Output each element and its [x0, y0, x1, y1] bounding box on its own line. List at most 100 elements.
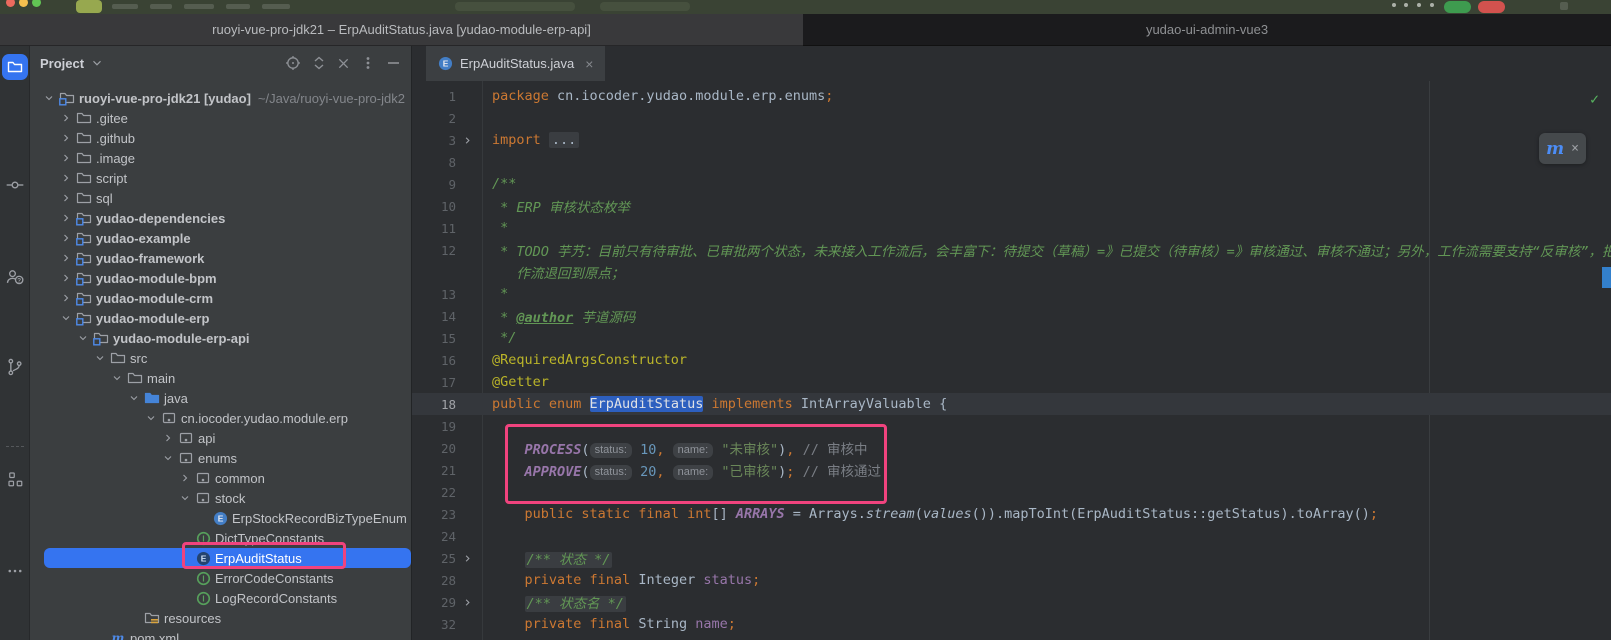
tree-item-main[interactable]: main: [30, 368, 411, 388]
chevron-open-icon[interactable]: [74, 332, 91, 344]
menu-item[interactable]: [150, 4, 172, 9]
chevron-closed-icon[interactable]: [57, 252, 74, 264]
code-line-2[interactable]: 2: [412, 107, 1611, 129]
chevron-closed-icon[interactable]: [159, 432, 176, 444]
floating-widget[interactable]: m ×: [1539, 133, 1586, 164]
traffic-light-close-icon[interactable]: [6, 0, 15, 7]
code-line-24[interactable]: 24: [412, 525, 1611, 547]
chevron-open-icon[interactable]: [176, 492, 193, 504]
git-graph-tool-icon[interactable]: [2, 354, 28, 380]
code-line-32[interactable]: 32 private final String name;: [412, 613, 1611, 635]
status-icon[interactable]: [1417, 3, 1421, 7]
chevron-closed-icon[interactable]: [57, 112, 74, 124]
tree-item-erpstockrecordbiztypeenum[interactable]: EErpStockRecordBizTypeEnum: [30, 508, 411, 528]
code-line-wrap[interactable]: 作流退回到原点；: [412, 261, 1611, 283]
expand-collapse-icon[interactable]: [312, 55, 326, 71]
tree-item-stock[interactable]: stock: [30, 488, 411, 508]
code-line-13[interactable]: 13 *: [412, 283, 1611, 305]
structure-tool-icon[interactable]: [2, 466, 28, 492]
code-line-9[interactable]: 9/**: [412, 173, 1611, 195]
tree-item-logrecordconstants[interactable]: ILogRecordConstants: [30, 588, 411, 608]
chevron-open-icon[interactable]: [108, 372, 125, 384]
chevron-closed-icon[interactable]: [57, 132, 74, 144]
code-line-29[interactable]: 29 /** 状态名 */: [412, 591, 1611, 613]
code-line-8[interactable]: 8: [412, 151, 1611, 173]
code-line-25[interactable]: 25 /** 状态 */: [412, 547, 1611, 569]
collapse-all-icon[interactable]: [337, 57, 350, 70]
active-window-title-bar[interactable]: ruoyi-vue-pro-jdk21 – ErpAuditStatus.jav…: [0, 14, 803, 46]
code-line-12[interactable]: 12 * TODO 芋艿：目前只有待审批、已审批两个状态，未来接入工作流后，会丰…: [412, 239, 1611, 261]
code-line-11[interactable]: 11 *: [412, 217, 1611, 239]
chevron-open-icon[interactable]: [91, 352, 108, 364]
status-icon[interactable]: [1430, 3, 1434, 7]
code-line-10[interactable]: 10 * ERP 审核状态枚举: [412, 195, 1611, 217]
tree-item-errorcodeconstants[interactable]: IErrorCodeConstants: [30, 568, 411, 588]
chevron-closed-icon[interactable]: [57, 292, 74, 304]
tree-item-src[interactable]: src: [30, 348, 411, 368]
project-tool-icon[interactable]: [2, 54, 28, 80]
code-line-18[interactable]: 18public enum ErpAuditStatus implements …: [412, 393, 1611, 415]
locate-file-icon[interactable]: [285, 55, 301, 71]
pull-requests-tool-icon[interactable]: ?: [2, 264, 28, 290]
traffic-light-minimize-icon[interactable]: [19, 0, 28, 7]
tree-item--gitee[interactable]: .gitee: [30, 108, 411, 128]
chevron-open-icon[interactable]: [125, 392, 142, 404]
tree-item-pom-xml[interactable]: mpom.xml: [30, 628, 411, 640]
stop-button[interactable]: [1478, 1, 1505, 13]
tree-item-yudao-module-bpm[interactable]: yudao-module-bpm: [30, 268, 411, 288]
tree-item-yudao-module-erp[interactable]: yudao-module-erp: [30, 308, 411, 328]
menu-item[interactable]: [184, 4, 214, 9]
commit-tool-icon[interactable]: [2, 172, 28, 198]
tree-item-api[interactable]: api: [30, 428, 411, 448]
code-editor-surface[interactable]: 1package cn.iocoder.yudao.module.erp.enu…: [412, 81, 1611, 640]
menu-item[interactable]: [226, 4, 250, 9]
tree-item-yudao-example[interactable]: yudao-example: [30, 228, 411, 248]
code-line-16[interactable]: 16@RequiredArgsConstructor: [412, 349, 1611, 371]
tree-item-script[interactable]: script: [30, 168, 411, 188]
code-line-23[interactable]: 23 public static final int[] ARRAYS = Ar…: [412, 503, 1611, 525]
chevron-closed-icon[interactable]: [57, 212, 74, 224]
chevron-down-icon[interactable]: [90, 56, 104, 70]
kebab-menu-icon[interactable]: [361, 55, 375, 71]
code-line-3[interactable]: 3import ...: [412, 129, 1611, 151]
code-line-14[interactable]: 14 * @author 芋道源码: [412, 305, 1611, 327]
tree-item-common[interactable]: common: [30, 468, 411, 488]
plus-icon[interactable]: [1560, 2, 1568, 10]
tree-item-yudao-module-erp-api[interactable]: yudao-module-erp-api: [30, 328, 411, 348]
code-line-15[interactable]: 15 */: [412, 327, 1611, 349]
tree-item-sql[interactable]: sql: [30, 188, 411, 208]
chevron-closed-icon[interactable]: [57, 232, 74, 244]
chevron-closed-icon[interactable]: [57, 192, 74, 204]
status-icon[interactable]: [1404, 3, 1408, 7]
menu-item[interactable]: [262, 4, 290, 9]
chevron-closed-icon[interactable]: [176, 472, 193, 484]
status-icon[interactable]: [1392, 3, 1396, 7]
tree-item-cn-iocoder-yudao-module-erp[interactable]: cn.iocoder.yudao.module.erp: [30, 408, 411, 428]
chevron-closed-icon[interactable]: [57, 272, 74, 284]
chevron-closed-icon[interactable]: [57, 152, 74, 164]
fold-region-icon[interactable]: [456, 553, 478, 564]
chevron-closed-icon[interactable]: [57, 172, 74, 184]
code-line-1[interactable]: 1package cn.iocoder.yudao.module.erp.enu…: [412, 85, 1611, 107]
tree-item-ruoyi-vue-pro-jdk21-yudao-[interactable]: ruoyi-vue-pro-jdk21 [yudao]~/Java/ruoyi-…: [30, 88, 411, 108]
tree-item-enums[interactable]: enums: [30, 448, 411, 468]
tree-item--github[interactable]: .github: [30, 128, 411, 148]
traffic-light-zoom-icon[interactable]: [32, 0, 41, 7]
record-button[interactable]: [1444, 1, 1471, 13]
fold-region-icon[interactable]: [456, 135, 478, 146]
tree-item-yudao-framework[interactable]: yudao-framework: [30, 248, 411, 268]
fold-region-icon[interactable]: [456, 597, 478, 608]
hide-panel-icon[interactable]: [386, 56, 401, 70]
tree-item-java[interactable]: java: [30, 388, 411, 408]
tree-item-yudao-module-crm[interactable]: yudao-module-crm: [30, 288, 411, 308]
tree-item--image[interactable]: .image: [30, 148, 411, 168]
more-tools-icon[interactable]: [2, 558, 28, 584]
chevron-open-icon[interactable]: [142, 412, 159, 424]
menu-item[interactable]: [112, 4, 138, 9]
chevron-open-icon[interactable]: [159, 452, 176, 464]
widget-close-icon[interactable]: ×: [1571, 141, 1579, 156]
scrollbar-highlight-mark[interactable]: [1602, 267, 1611, 288]
tree-item-yudao-dependencies[interactable]: yudao-dependencies: [30, 208, 411, 228]
chevron-open-icon[interactable]: [40, 92, 57, 104]
code-line-28[interactable]: 28 private final Integer status;: [412, 569, 1611, 591]
